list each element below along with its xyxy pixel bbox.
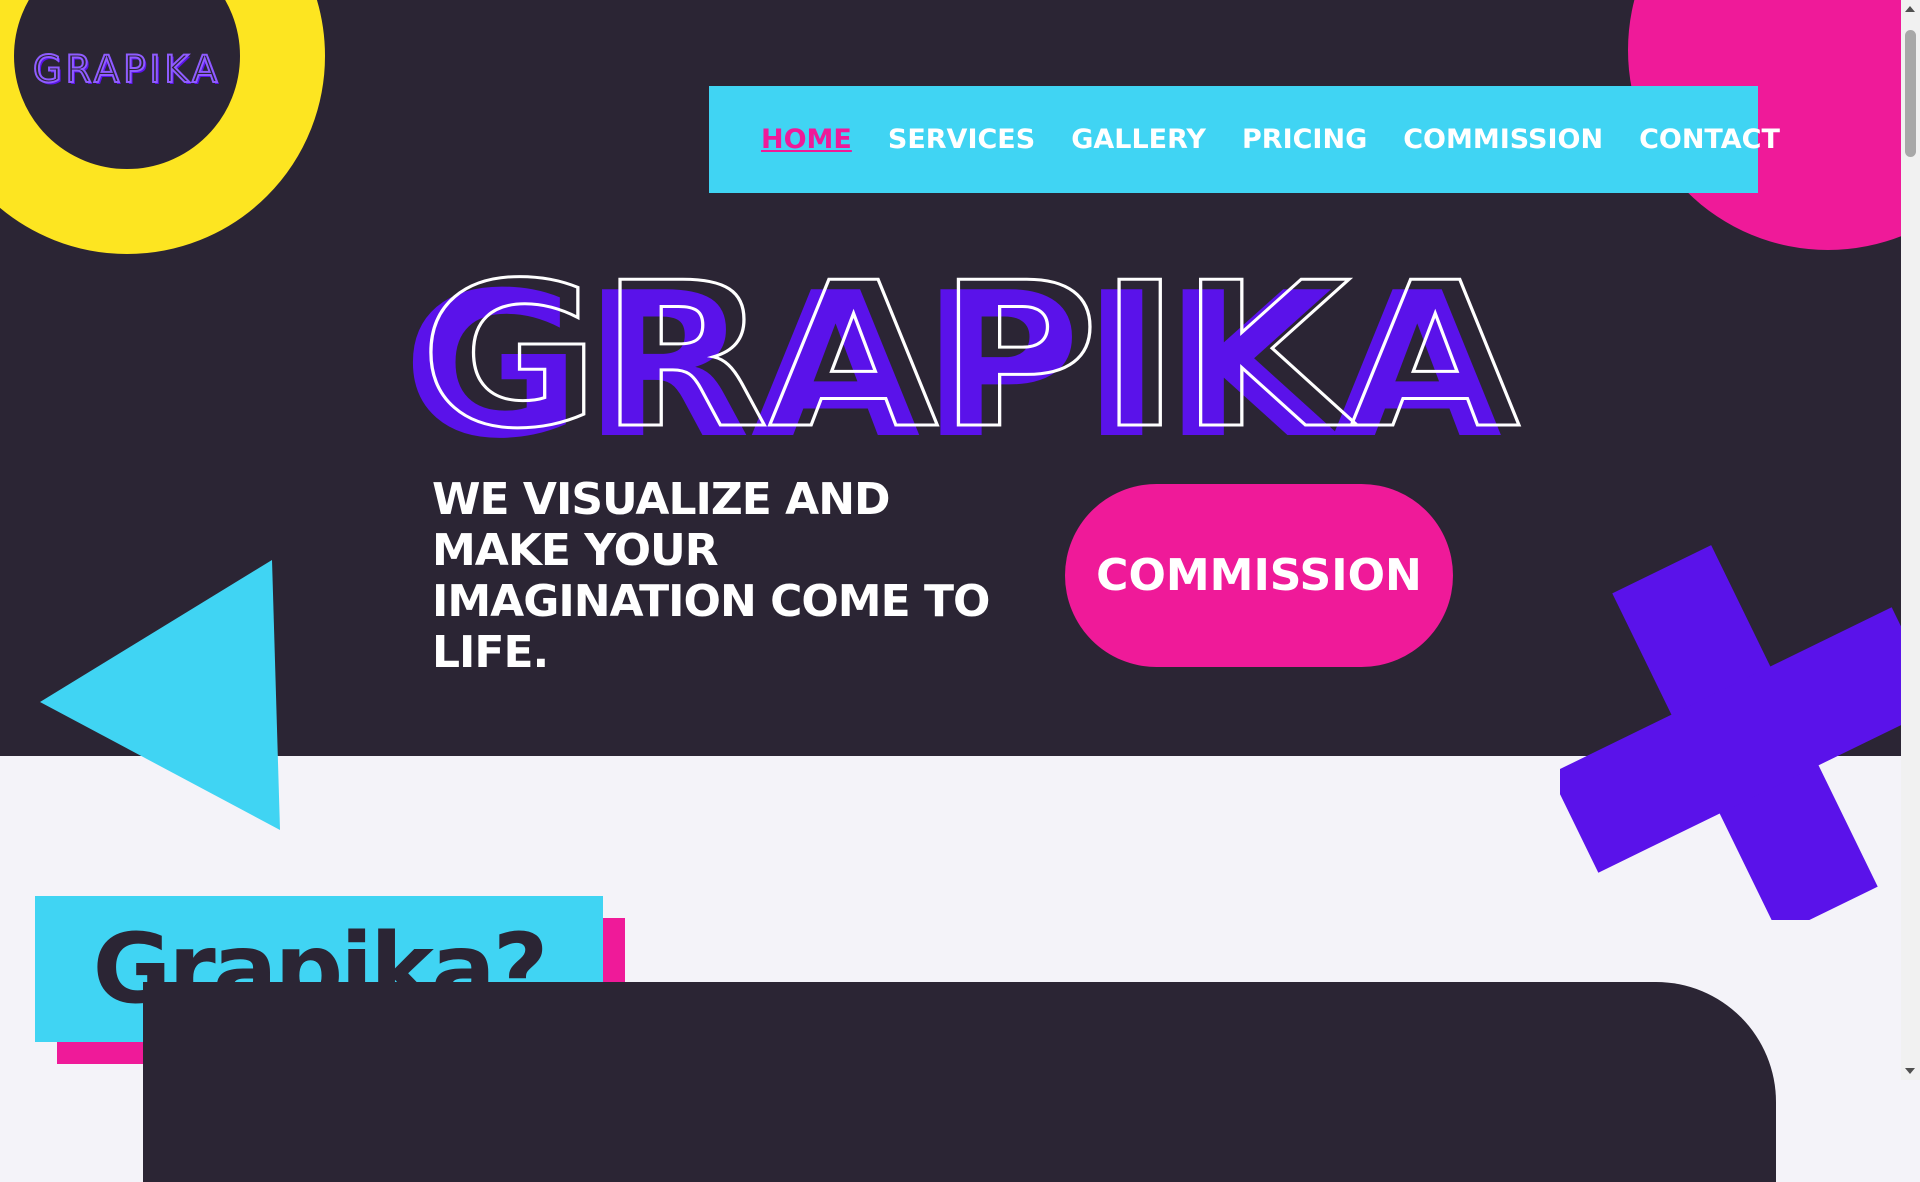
about-panel xyxy=(143,982,1776,1182)
site-logo[interactable]: GRAPIKA xyxy=(32,47,221,92)
nav-gallery[interactable]: GALLERY xyxy=(1071,124,1206,155)
scroll-down-icon[interactable] xyxy=(1905,1068,1915,1074)
hero-tagline: WE VISUALIZE AND MAKE YOUR IMAGINATION C… xyxy=(432,474,990,678)
scroll-up-icon[interactable] xyxy=(1905,6,1915,12)
nav-commission[interactable]: COMMISSION xyxy=(1403,124,1603,155)
page-scrollbar[interactable] xyxy=(1901,0,1920,1080)
main-nav: HOME SERVICES GALLERY PRICING COMMISSION… xyxy=(709,86,1780,193)
hero-title-outline-text: GRAPIKA xyxy=(420,240,1520,460)
nav-services[interactable]: SERVICES xyxy=(888,124,1035,155)
commission-cta-button[interactable]: COMMISSION xyxy=(1065,484,1453,667)
cross-shape-icon xyxy=(1560,545,1901,920)
hero-title: GRAPIKA GRAPIKA xyxy=(402,239,1522,461)
nav-home[interactable]: HOME xyxy=(761,124,852,155)
nav-pricing[interactable]: PRICING xyxy=(1242,124,1367,155)
nav-contact[interactable]: CONTACT xyxy=(1639,124,1780,155)
yellow-ring-decoration xyxy=(0,0,325,254)
triangle-shape-icon xyxy=(40,560,280,830)
scrollbar-thumb[interactable] xyxy=(1905,30,1916,157)
